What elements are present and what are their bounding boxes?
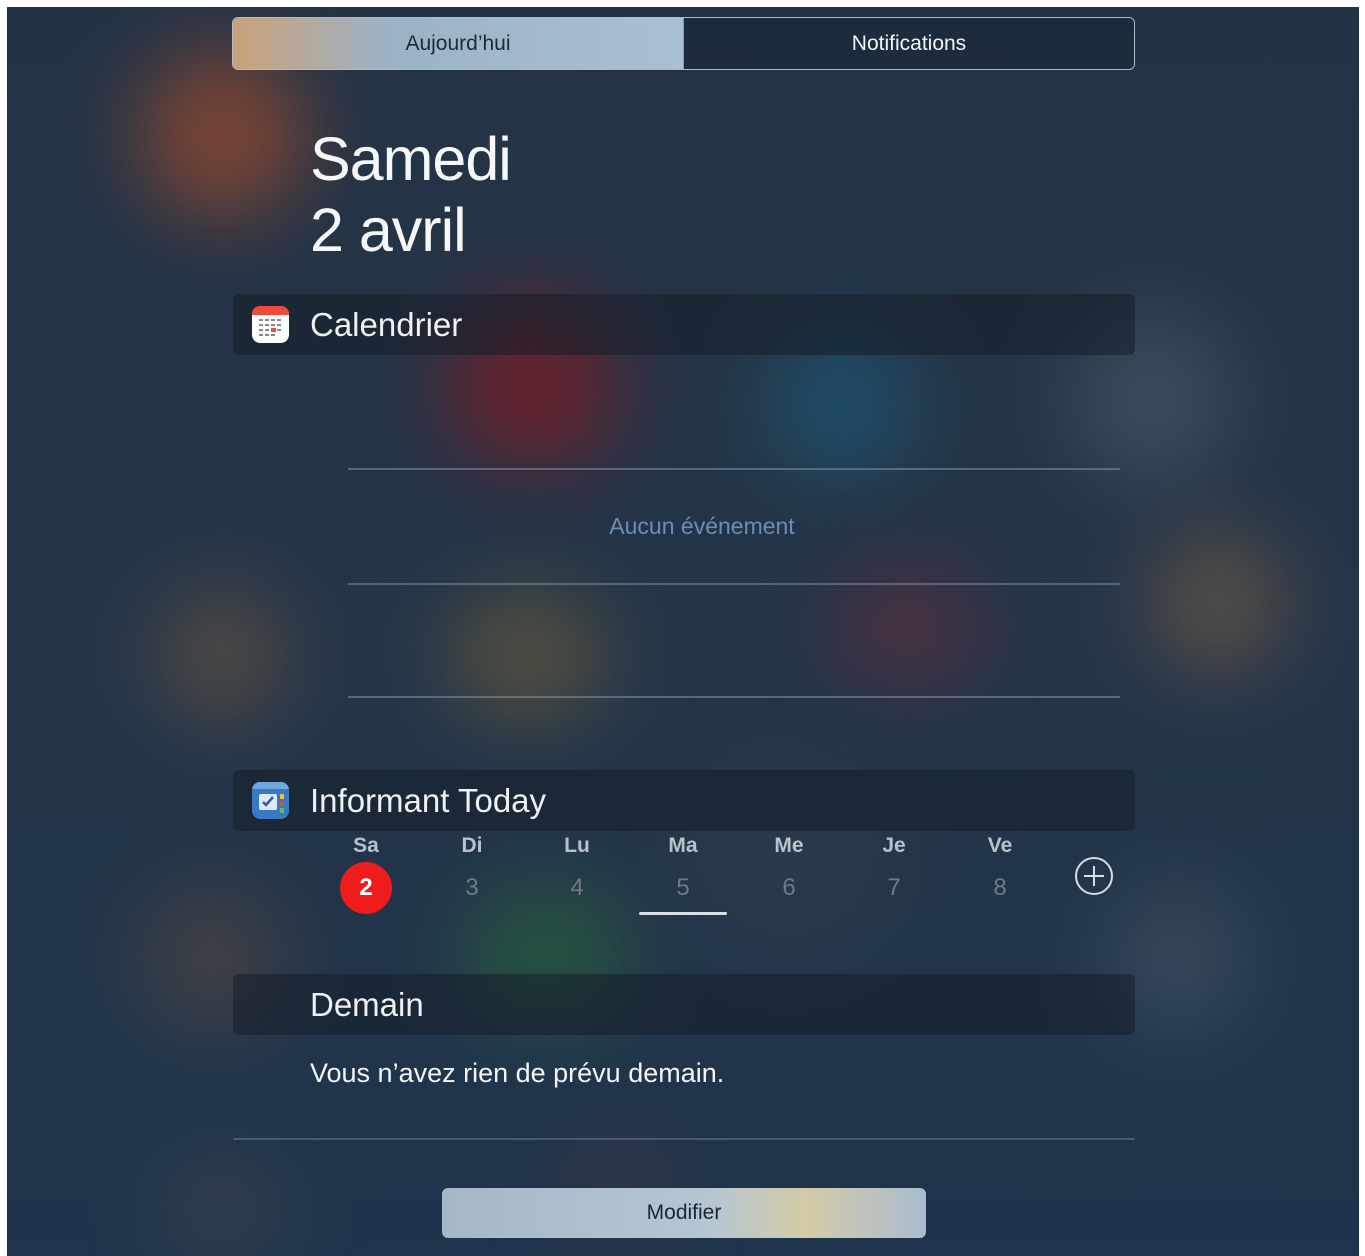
day-name: Lu [564,834,590,857]
tab-notifications-label: Notifications [851,31,967,55]
view-segmented-control: Aujourd’hui Notifications [232,17,1135,70]
day-saturday[interactable]: Sa [336,834,396,858]
day-wednesday[interactable]: Me 6 [759,834,819,902]
calendar-divider [348,696,1120,698]
day-name: Ve [987,834,1013,857]
calendar-widget-header[interactable]: Calendrier [233,294,1135,355]
day-friday[interactable]: Ve 8 [970,834,1030,902]
tab-today[interactable]: Aujourd’hui [233,18,683,69]
calendar-divider [348,583,1120,585]
informant-app-icon [252,782,289,819]
notification-center: Aujourd’hui Notifications Samedi 2 avril… [7,7,1359,1256]
day-tuesday[interactable]: Ma 5 [653,834,713,902]
tomorrow-title: Demain [310,985,424,1023]
day-name: Di [461,834,483,857]
tab-notifications[interactable]: Notifications [683,18,1134,69]
modify-button-label: Modifier [646,1201,722,1224]
day-name: Je [882,834,906,857]
day-number: 5 [676,874,690,901]
add-event-button[interactable] [1074,856,1114,896]
no-event-text: Aucun événement [609,513,795,539]
calendar-app-icon [252,306,289,343]
modify-button[interactable]: Modifier [442,1188,926,1238]
day-sunday[interactable]: Di 3 [442,834,502,902]
day-number: 8 [993,874,1007,901]
tomorrow-message: Vous n’avez rien de prévu demain. [310,1058,725,1088]
day-name: Ma [668,834,698,857]
section-divider [233,1138,1135,1140]
informant-widget-title: Informant Today [310,781,547,819]
informant-widget-header[interactable]: Informant Today [233,770,1135,831]
selected-day-indicator [639,912,727,915]
day-name: Me [774,834,804,857]
day-number: 4 [570,874,584,901]
day-number: 6 [782,874,796,901]
day-thursday[interactable]: Je 7 [864,834,924,902]
day-number: 3 [465,874,479,901]
date-weekday: Samedi [310,125,512,193]
date-day-month: 2 avril [310,196,467,264]
day-number: 7 [887,874,901,901]
calendar-widget-title: Calendrier [310,305,463,343]
tab-today-label: Aujourd’hui [405,31,511,55]
plus-circle-icon [1075,857,1113,895]
day-name: Sa [353,834,379,857]
tomorrow-header: Demain [233,974,1135,1035]
day-monday[interactable]: Lu 4 [547,834,607,902]
calendar-divider [348,468,1120,470]
today-badge[interactable]: 2 [340,862,392,914]
